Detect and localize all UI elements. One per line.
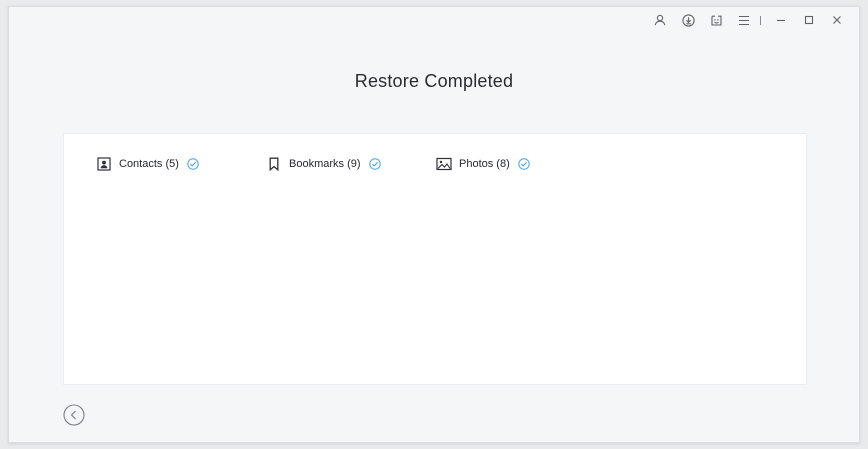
chevron-left-icon (63, 404, 85, 426)
menu-icon (739, 15, 749, 25)
result-label: Contacts (5) (119, 158, 179, 170)
result-item-photos: Photos (8) (436, 155, 576, 173)
account-button[interactable] (646, 11, 674, 29)
minimize-button[interactable] (767, 11, 795, 29)
check-circle-icon (368, 158, 381, 170)
maximize-icon (804, 15, 814, 25)
result-label: Bookmarks (9) (289, 158, 361, 170)
check-circle-icon (518, 158, 530, 170)
contacts-icon (96, 156, 112, 172)
minimize-icon (777, 19, 785, 22)
restore-results-panel: Contacts (5) Bookmarks (9) Photos (8) (63, 133, 807, 385)
result-item-bookmarks: Bookmarks (9) (266, 155, 436, 173)
title-bar (646, 11, 851, 29)
download-button[interactable] (674, 11, 702, 29)
result-item-contacts: Contacts (5) (96, 155, 266, 173)
maximize-button[interactable] (795, 11, 823, 29)
feedback-button[interactable] (702, 11, 730, 29)
feedback-icon (710, 15, 722, 26)
result-label: Photos (8) (459, 158, 510, 170)
restore-results-list: Contacts (5) Bookmarks (9) Photos (8) (96, 155, 576, 173)
check-circle-icon (187, 158, 199, 170)
photo-icon (436, 156, 452, 172)
user-icon (654, 14, 666, 26)
app-window: Restore Completed Contacts (5) Bookmarks… (8, 6, 860, 443)
bookmark-icon (266, 156, 282, 172)
close-button[interactable] (823, 11, 851, 29)
back-button[interactable] (63, 404, 85, 426)
titlebar-separator (760, 15, 761, 25)
menu-button[interactable] (730, 11, 758, 29)
page-title: Restore Completed (354, 71, 514, 91)
download-icon (681, 13, 695, 27)
close-icon (833, 16, 841, 24)
